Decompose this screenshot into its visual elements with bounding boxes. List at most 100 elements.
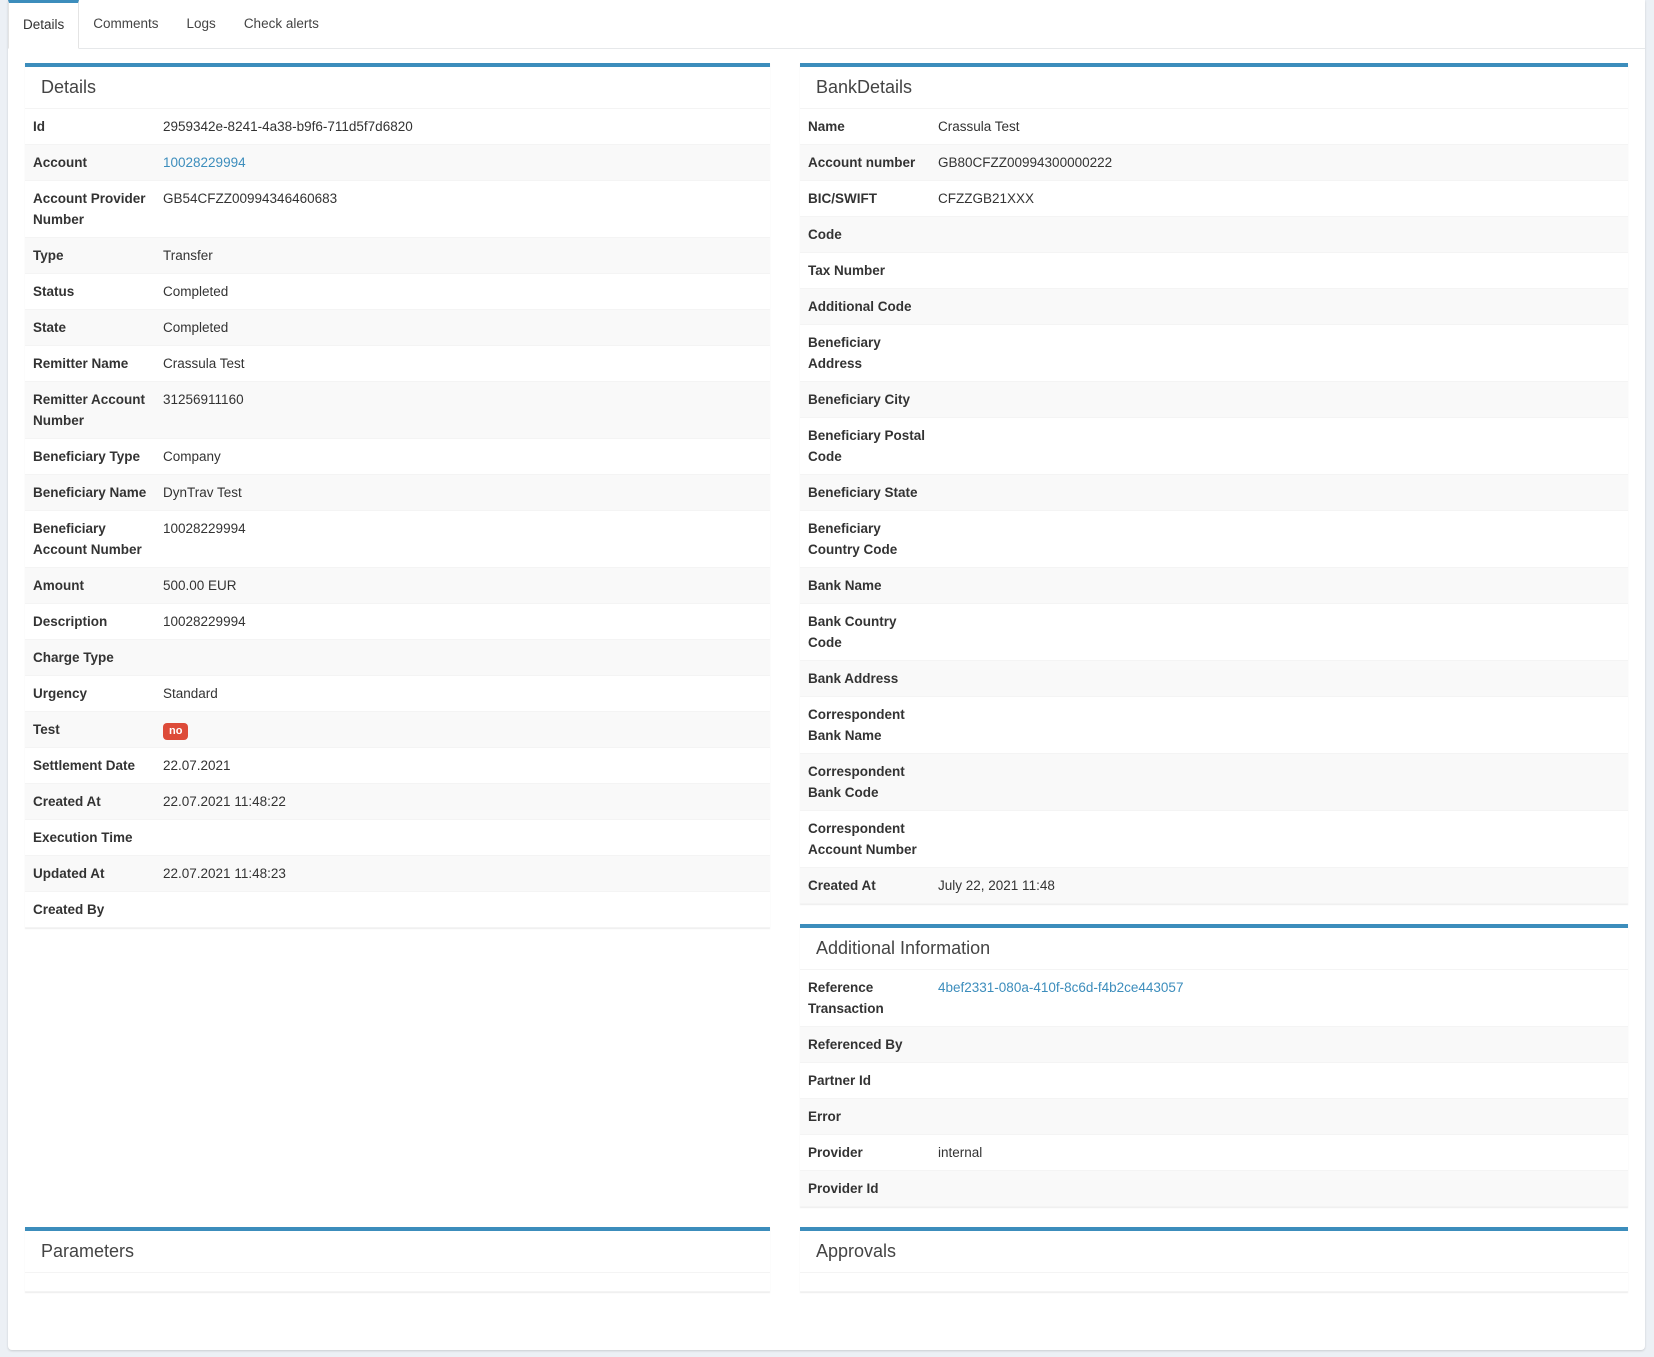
field-value xyxy=(163,820,770,855)
panel-additional-information: Additional Information Reference Transac… xyxy=(800,924,1628,1207)
panel-bank-details-title: BankDetails xyxy=(800,67,1628,109)
tab-comments[interactable]: Comments xyxy=(79,0,172,48)
field-row: Amount500.00 EUR xyxy=(25,568,770,604)
field-value-link[interactable]: 10028229994 xyxy=(163,155,246,170)
field-value: 22.07.2021 xyxy=(163,748,770,783)
field-value xyxy=(938,475,1628,510)
field-value: 22.07.2021 11:48:22 xyxy=(163,784,770,819)
panel-details-rows: Id2959342e-8241-4a38-b9f6-711d5f7d6820Ac… xyxy=(25,109,770,928)
field-value: Completed xyxy=(163,310,770,345)
field-row: Correspondent Account Number xyxy=(800,811,1628,868)
field-value: 22.07.2021 11:48:23 xyxy=(163,856,770,891)
field-label: Bank Country Code xyxy=(800,604,938,660)
field-label: Remitter Account Number xyxy=(25,382,163,438)
empty-row xyxy=(800,1273,1628,1292)
tab-logs[interactable]: Logs xyxy=(173,0,230,48)
field-row: Remitter NameCrassula Test xyxy=(25,346,770,382)
field-row: Settlement Date22.07.2021 xyxy=(25,748,770,784)
field-value xyxy=(938,418,1628,474)
field-value: Company xyxy=(163,439,770,474)
field-label: Code xyxy=(800,217,938,252)
tab-check-alerts[interactable]: Check alerts xyxy=(230,0,333,48)
field-value: 10028229994 xyxy=(163,511,770,567)
field-row: StateCompleted xyxy=(25,310,770,346)
panel-bank-details-rows: NameCrassula TestAccount numberGB80CFZZ0… xyxy=(800,109,1628,904)
field-row: Account Provider NumberGB54CFZZ009943464… xyxy=(25,181,770,238)
panel-details-title: Details xyxy=(25,67,770,109)
field-row: Bank Name xyxy=(800,568,1628,604)
field-row: Beneficiary Country Code xyxy=(800,511,1628,568)
field-row: Remitter Account Number31256911160 xyxy=(25,382,770,439)
field-label: Remitter Name xyxy=(25,346,163,381)
field-value xyxy=(938,1063,1628,1098)
field-value-link[interactable]: 4bef2331-080a-410f-8c6d-f4b2ce443057 xyxy=(938,980,1183,995)
field-label: Beneficiary Address xyxy=(800,325,938,381)
field-label: Beneficiary State xyxy=(800,475,938,510)
field-value: 10028229994 xyxy=(163,604,770,639)
field-value: GB54CFZZ00994346460683 xyxy=(163,181,770,237)
field-value: internal xyxy=(938,1135,1628,1170)
panel-additional-information-rows: Reference Transaction4bef2331-080a-410f-… xyxy=(800,970,1628,1207)
field-value: Standard xyxy=(163,676,770,711)
right-column-stack: BankDetails NameCrassula TestAccount num… xyxy=(800,63,1628,1207)
field-label: State xyxy=(25,310,163,345)
content-card: Details Comments Logs Check alerts Detai… xyxy=(8,0,1645,1350)
content-grid: Details Id2959342e-8241-4a38-b9f6-711d5f… xyxy=(8,49,1645,1292)
tab-bar: Details Comments Logs Check alerts xyxy=(8,0,1645,49)
field-label: Created At xyxy=(800,868,938,903)
field-row: Created AtJuly 22, 2021 11:48 xyxy=(800,868,1628,904)
field-row: Account10028229994 xyxy=(25,145,770,181)
field-row: Beneficiary Postal Code xyxy=(800,418,1628,475)
field-label: Test xyxy=(25,712,163,747)
field-row: Bank Country Code xyxy=(800,604,1628,661)
panel-approvals-title: Approvals xyxy=(800,1231,1628,1273)
panel-approvals: Approvals xyxy=(800,1227,1628,1292)
field-label: Urgency xyxy=(25,676,163,711)
field-value xyxy=(938,511,1628,567)
panel-details: Details Id2959342e-8241-4a38-b9f6-711d5f… xyxy=(25,63,770,928)
field-value xyxy=(938,697,1628,753)
field-row: Beneficiary TypeCompany xyxy=(25,439,770,475)
panel-bank-details: BankDetails NameCrassula TestAccount num… xyxy=(800,63,1628,904)
field-row: Beneficiary City xyxy=(800,382,1628,418)
panel-parameters: Parameters xyxy=(25,1227,770,1292)
field-value: Crassula Test xyxy=(163,346,770,381)
field-row: NameCrassula Test xyxy=(800,109,1628,145)
field-label: Bank Name xyxy=(800,568,938,603)
field-label: Error xyxy=(800,1099,938,1134)
field-label: Created At xyxy=(25,784,163,819)
field-value xyxy=(163,640,770,675)
field-row: Error xyxy=(800,1099,1628,1135)
field-label: Provider xyxy=(800,1135,938,1170)
field-row: Execution Time xyxy=(25,820,770,856)
tab-details[interactable]: Details xyxy=(8,0,79,49)
field-label: Name xyxy=(800,109,938,144)
field-value: 500.00 EUR xyxy=(163,568,770,603)
panel-additional-information-title: Additional Information xyxy=(800,928,1628,970)
field-value: July 22, 2021 11:48 xyxy=(938,868,1628,903)
panel-parameters-title: Parameters xyxy=(25,1231,770,1273)
field-value: Transfer xyxy=(163,238,770,273)
field-label: Provider Id xyxy=(800,1171,938,1206)
field-label: Bank Address xyxy=(800,661,938,696)
field-row: Account numberGB80CFZZ00994300000222 xyxy=(800,145,1628,181)
field-label: Settlement Date xyxy=(25,748,163,783)
field-value xyxy=(938,1171,1628,1206)
field-row: Tax Number xyxy=(800,253,1628,289)
field-value xyxy=(938,382,1628,417)
field-label: Type xyxy=(25,238,163,273)
field-row: Bank Address xyxy=(800,661,1628,697)
field-row: Updated At22.07.2021 11:48:23 xyxy=(25,856,770,892)
field-value: Crassula Test xyxy=(938,109,1628,144)
field-label: Beneficiary City xyxy=(800,382,938,417)
field-label: Correspondent Bank Name xyxy=(800,697,938,753)
field-row: Id2959342e-8241-4a38-b9f6-711d5f7d6820 xyxy=(25,109,770,145)
field-row: BIC/SWIFTCFZZGB21XXX xyxy=(800,181,1628,217)
field-label: Account Provider Number xyxy=(25,181,163,237)
field-value xyxy=(938,604,1628,660)
field-row: Additional Code xyxy=(800,289,1628,325)
field-value xyxy=(938,217,1628,252)
field-label: Description xyxy=(25,604,163,639)
field-label: Beneficiary Account Number xyxy=(25,511,163,567)
field-value xyxy=(938,1099,1628,1134)
